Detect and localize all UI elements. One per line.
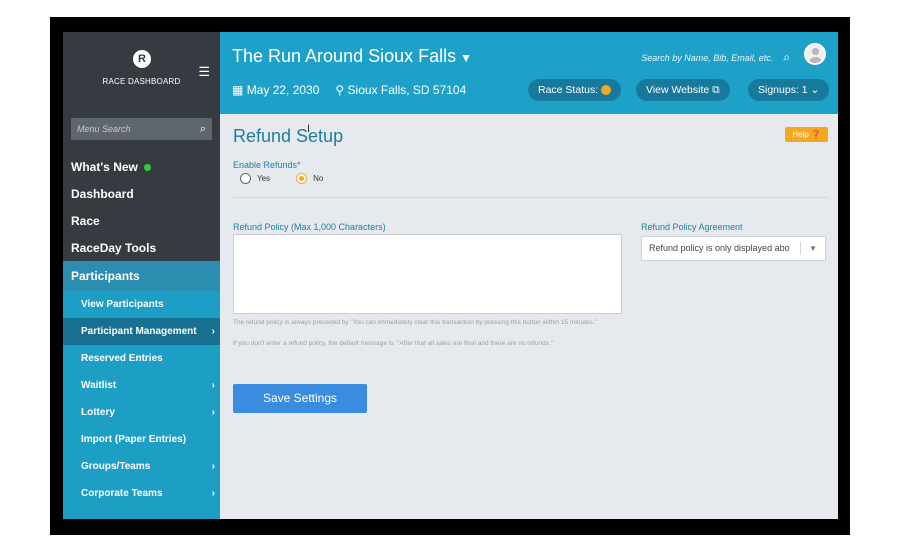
- main-content: Refund Setup I Help ❓ Enable Refunds* Ye…: [220, 114, 838, 519]
- sidebar-item-label: What's New: [71, 160, 138, 174]
- view-website-button[interactable]: View Website ⧉: [636, 79, 730, 101]
- submenu-item-participant-management[interactable]: Participant Management ›: [63, 318, 220, 345]
- chevron-right-icon: ›: [211, 488, 215, 499]
- chevron-right-icon: ›: [211, 326, 215, 337]
- race-status-label: Race Status:: [538, 84, 599, 96]
- race-status-button[interactable]: Race Status:: [528, 79, 622, 101]
- caret-down-icon: ▼: [460, 51, 473, 65]
- race-location: ⚲ Sioux Falls, SD 57104: [335, 83, 466, 97]
- text-cursor-icon: I: [307, 123, 311, 135]
- menu-search-input[interactable]: Menu Search ⌕: [71, 118, 212, 140]
- race-date: ▦ May 22, 2030: [232, 83, 319, 97]
- submenu-item-corporate-teams[interactable]: Corporate Teams ›: [63, 480, 220, 507]
- radio-yes[interactable]: [240, 173, 251, 184]
- submenu-label: Import (Paper Entries): [81, 434, 187, 445]
- chevron-right-icon: ›: [211, 461, 215, 472]
- radio-no[interactable]: [296, 173, 308, 184]
- submenu-label: Corporate Teams: [81, 488, 163, 499]
- help-button[interactable]: Help ❓: [785, 127, 828, 142]
- submenu-item-lottery[interactable]: Lottery ›: [63, 399, 220, 426]
- race-title-dropdown[interactable]: The Run Around Sioux Falls ▼: [232, 46, 472, 67]
- enable-refunds-label: Enable Refunds*: [233, 160, 301, 170]
- location-pin-icon: ⚲: [335, 83, 345, 97]
- top-header: The Run Around Sioux Falls ▼ ▦ May 22, 20…: [220, 32, 838, 114]
- sidebar-header: R RACE DASHBOARD ☰: [63, 32, 220, 114]
- refund-agreement-select[interactable]: Refund policy is only displayed abo ▼: [641, 236, 826, 261]
- sidebar-item-raceday-tools[interactable]: RaceDay Tools: [63, 235, 220, 262]
- submenu-label: View Participants: [81, 299, 164, 310]
- radio-yes-label[interactable]: Yes: [257, 174, 270, 183]
- race-title: The Run Around Sioux Falls: [232, 46, 457, 66]
- submenu-label: Lottery: [81, 407, 115, 418]
- submenu-label: Waitlist: [81, 380, 117, 391]
- help-label: Help: [792, 130, 809, 139]
- external-link-icon: ⧉: [712, 84, 720, 96]
- user-avatar[interactable]: [804, 43, 826, 65]
- submenu-item-view-participants[interactable]: View Participants: [63, 291, 220, 318]
- refund-agreement-value: Refund policy is only displayed abo: [649, 243, 790, 253]
- submenu-label: Participant Management: [81, 326, 197, 337]
- status-indicator-icon: [601, 85, 612, 96]
- chevron-right-icon: ›: [211, 407, 215, 418]
- submenu-label: Reserved Entries: [81, 353, 163, 364]
- question-icon: ❓: [811, 130, 821, 139]
- hamburger-menu-icon[interactable]: ☰: [198, 64, 210, 80]
- section-divider: [233, 197, 828, 198]
- refund-policy-label: Refund Policy (Max 1,000 Characters): [233, 222, 386, 232]
- sidebar-item-participants[interactable]: Participants: [63, 261, 220, 296]
- sidebar-item-race[interactable]: Race: [63, 208, 220, 235]
- select-separator: [800, 242, 801, 255]
- video-frame: R RACE DASHBOARD ☰ Menu Search ⌕ What's …: [50, 17, 850, 535]
- race-logo[interactable]: R: [133, 50, 151, 68]
- submenu-item-waitlist[interactable]: Waitlist ›: [63, 372, 220, 399]
- refund-policy-help-2: If you don't enter a refund policy, the …: [233, 340, 554, 347]
- refund-policy-textarea[interactable]: [233, 234, 622, 314]
- brand-label: RACE DASHBOARD: [102, 77, 181, 86]
- search-icon[interactable]: ⌕: [200, 123, 206, 136]
- race-location-text: Sioux Falls, SD 57104: [347, 83, 467, 97]
- race-date-text: May 22, 2030: [246, 83, 320, 97]
- radio-no-label[interactable]: No: [313, 174, 323, 183]
- chevron-down-icon: ⌄: [810, 84, 820, 96]
- menu-search-placeholder: Menu Search: [77, 124, 131, 134]
- app-screen: R RACE DASHBOARD ☰ Menu Search ⌕ What's …: [63, 32, 838, 519]
- sidebar: R RACE DASHBOARD ☰ Menu Search ⌕ What's …: [63, 32, 220, 519]
- submenu-label: Groups/Teams: [81, 461, 151, 472]
- calendar-icon: ▦: [232, 83, 244, 97]
- participants-submenu: View Participants Participant Management…: [63, 291, 220, 519]
- view-website-label: View Website: [646, 84, 710, 96]
- chevron-right-icon: ›: [211, 380, 215, 391]
- save-settings-button[interactable]: Save Settings: [233, 384, 367, 413]
- submenu-item-groups-teams[interactable]: Groups/Teams ›: [63, 453, 220, 480]
- sidebar-item-whats-new[interactable]: What's New: [63, 154, 220, 181]
- global-search-input[interactable]: Search by Name, Bib, Email, etc.: [641, 53, 773, 63]
- refund-agreement-label: Refund Policy Agreement: [641, 222, 743, 232]
- enable-refunds-radio-group: Yes No: [240, 173, 323, 184]
- sidebar-item-dashboard[interactable]: Dashboard: [63, 181, 220, 208]
- search-icon[interactable]: ⌕: [783, 50, 790, 65]
- new-indicator-icon: [143, 164, 151, 172]
- global-search[interactable]: Search by Name, Bib, Email, etc. ⌕: [641, 50, 790, 65]
- sidebar-item-label: Participants: [71, 269, 140, 283]
- submenu-item-import-paper[interactable]: Import (Paper Entries): [63, 426, 220, 453]
- submenu-item-reserved-entries[interactable]: Reserved Entries: [63, 345, 220, 372]
- race-meta: ▦ May 22, 2030 ⚲ Sioux Falls, SD 57104: [232, 83, 466, 97]
- caret-down-icon: ▼: [809, 244, 817, 253]
- signups-label: Signups: 1: [758, 84, 808, 96]
- signups-dropdown[interactable]: Signups: 1 ⌄: [748, 79, 830, 101]
- refund-policy-help-1: The refund policy is always preceded by …: [233, 319, 597, 326]
- page-title: Refund Setup: [233, 126, 344, 146]
